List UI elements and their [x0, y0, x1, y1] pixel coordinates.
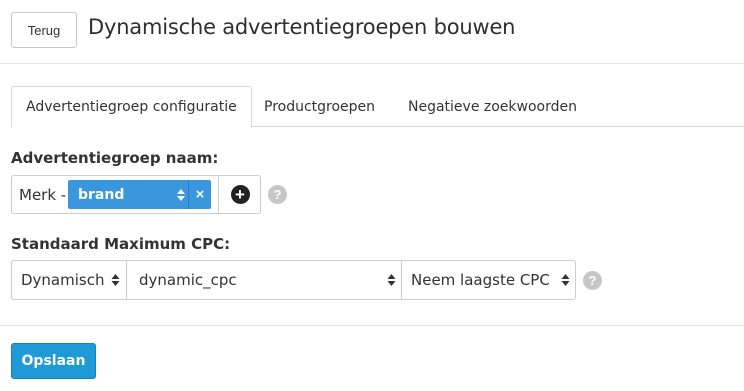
save-button[interactable]: Opslaan: [11, 343, 96, 379]
max-cpc-label: Standaard Maximum CPC:: [11, 235, 231, 253]
max-cpc-selects: Dynamisch dynamic_cpc Neem laagste CPC: [11, 260, 576, 300]
cpc-source-value: dynamic_cpc: [139, 271, 237, 289]
tab-negative-keywords[interactable]: Negatieve zoekwoorden: [394, 86, 591, 127]
question-circle-icon[interactable]: ?: [268, 185, 287, 204]
token-label: brand: [78, 186, 125, 203]
sort-icon: [561, 274, 570, 286]
footer-divider: [0, 325, 744, 326]
page-title: Dynamische advertentiegroepen bouwen: [88, 15, 516, 39]
sort-icon[interactable]: [174, 180, 188, 209]
cpc-mode-value: Dynamisch: [21, 271, 105, 289]
tab-ad-group-configuration[interactable]: Advertentiegroep configuratie: [11, 86, 252, 128]
question-circle-icon[interactable]: ?: [583, 271, 602, 290]
sort-icon: [387, 274, 396, 286]
cpc-rule-select[interactable]: Neem laagste CPC: [401, 261, 576, 299]
add-token-button[interactable]: +: [218, 176, 261, 213]
plus-circle-icon: +: [230, 185, 250, 204]
close-icon[interactable]: ×: [188, 180, 211, 209]
ad-group-name-label: Advertentiegroep naam:: [11, 149, 219, 167]
ad-group-name-prefix: Merk -: [19, 185, 67, 204]
sort-icon: [111, 274, 120, 286]
cpc-source-select[interactable]: dynamic_cpc: [126, 261, 402, 299]
tab-product-groups[interactable]: Productgroepen: [250, 86, 389, 127]
page-header: Terug Dynamische advertentiegroepen bouw…: [0, 0, 744, 64]
tab-bar: Advertentiegroep configuratie Productgro…: [11, 86, 744, 128]
ad-group-name-builder: Merk - brand × +: [11, 175, 261, 214]
ad-group-name-token[interactable]: brand ×: [68, 180, 211, 209]
back-button[interactable]: Terug: [11, 12, 77, 48]
cpc-mode-select[interactable]: Dynamisch: [12, 261, 126, 299]
cpc-rule-value: Neem laagste CPC: [411, 271, 550, 289]
